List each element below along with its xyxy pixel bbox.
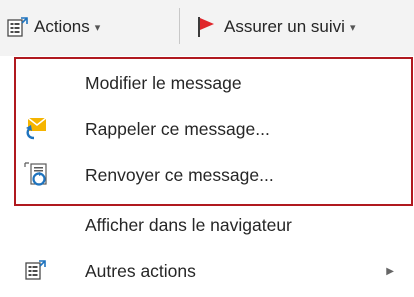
chevron-right-icon: ▶ <box>386 265 394 277</box>
menu-item-label: Modifier le message <box>85 72 242 93</box>
flag-icon <box>196 15 216 39</box>
menu-item-view-in-browser[interactable]: Afficher dans le navigateur <box>8 202 408 248</box>
toolbar-separator <box>179 8 180 44</box>
follow-up-button[interactable]: Assurer un suivi ▾ <box>196 10 355 44</box>
menu-item-label: Autres actions <box>85 260 196 281</box>
actions-icon <box>6 15 30 39</box>
menu-item-other-actions[interactable]: Autres actions ▶ <box>8 248 408 294</box>
menu-item-label: Rappeler ce message... <box>85 118 270 139</box>
other-actions-icon <box>22 256 50 284</box>
ribbon-toolbar: Actions ▾ Assurer un suivi ▾ <box>0 0 414 56</box>
menu-item-label: Afficher dans le navigateur <box>85 214 292 235</box>
menu-item-edit-message[interactable]: Modifier le message <box>8 60 408 106</box>
chevron-down-icon: ▾ <box>349 21 356 34</box>
menu-item-resend-message[interactable]: Renvoyer ce message... <box>8 152 408 198</box>
actions-label: Actions <box>34 17 90 36</box>
resend-message-icon <box>22 160 50 188</box>
recall-message-icon <box>22 114 50 142</box>
actions-button[interactable]: Actions ▾ <box>6 10 100 44</box>
screen: Actions ▾ Assurer un suivi ▾ Modifier le… <box>0 0 414 297</box>
chevron-down-icon: ▾ <box>94 21 101 34</box>
menu-item-label: Renvoyer ce message... <box>85 164 274 185</box>
follow-up-label: Assurer un suivi <box>224 17 345 36</box>
menu-item-recall-message[interactable]: Rappeler ce message... <box>8 106 408 152</box>
